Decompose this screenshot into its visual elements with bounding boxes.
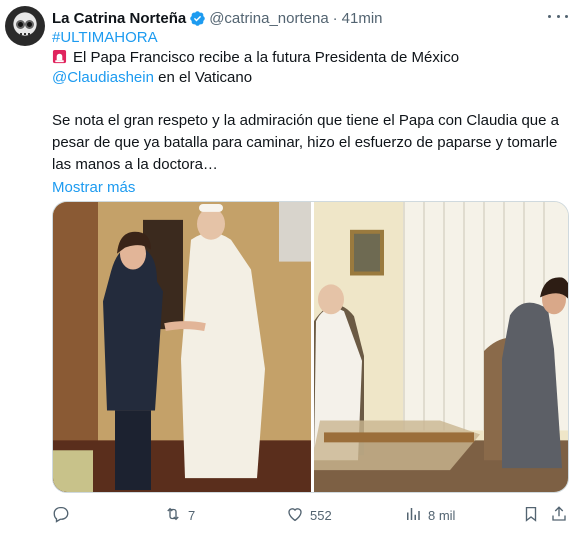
views-chart-icon [404,505,422,526]
avatar-eye [25,20,34,29]
tweet-text-line: Se nota el gran respeto y la admiración … [52,112,560,129]
rotating-light-icon [52,49,67,64]
tweet-text-line: pesar de que ya batalla para caminar, hi… [52,134,558,151]
author-display-name[interactable]: La Catrina Norteña [52,10,186,27]
like-button[interactable]: 552 [286,504,332,526]
retweet-icon [164,505,182,526]
share-button[interactable] [550,504,568,526]
heart-icon [286,505,304,526]
tweet-text-line: El Papa Francisco recibe a la futura Pre… [73,49,460,66]
reply-icon [52,505,70,526]
verified-badge-icon [189,10,206,27]
like-count: 552 [310,507,332,523]
action-bar: 7 552 8 mil [52,504,572,526]
photo-right[interactable] [314,202,568,492]
avatar-mouth [20,33,30,37]
author-handle[interactable]: @catrina_nortena [209,10,328,27]
separator-dot: · [332,9,338,27]
tweet-text-line: las manos a la doctora… [52,156,218,173]
show-more-link[interactable]: Mostrar más [52,178,572,198]
mention-link[interactable]: @Claudiashein [52,69,154,86]
avatar-eye [16,20,25,29]
retweet-count: 7 [188,507,196,523]
tweet-text-line: en el Vaticano [153,69,253,86]
tweet-card: La Catrina Norteña @catrina_nortena · 41… [0,0,581,534]
hashtag-link[interactable]: #ULTIMAHORA [52,29,158,46]
bookmark-icon [522,505,540,526]
media-grid [52,201,569,493]
tweet-header: La Catrina Norteña @catrina_nortena · 41… [52,8,383,28]
photo-left[interactable] [53,202,311,492]
reply-button[interactable] [52,504,76,526]
more-options-icon[interactable] [548,10,568,22]
views-button[interactable]: 8 mil [404,504,455,526]
tweet-text: #ULTIMAHORA El Papa Francisco recibe a l… [52,28,572,198]
share-icon [550,505,568,526]
timestamp[interactable]: 41min [342,10,383,27]
views-count: 8 mil [428,507,456,523]
avatar[interactable] [5,6,45,46]
retweet-button[interactable]: 7 [164,504,195,526]
bookmark-button[interactable] [522,504,540,526]
